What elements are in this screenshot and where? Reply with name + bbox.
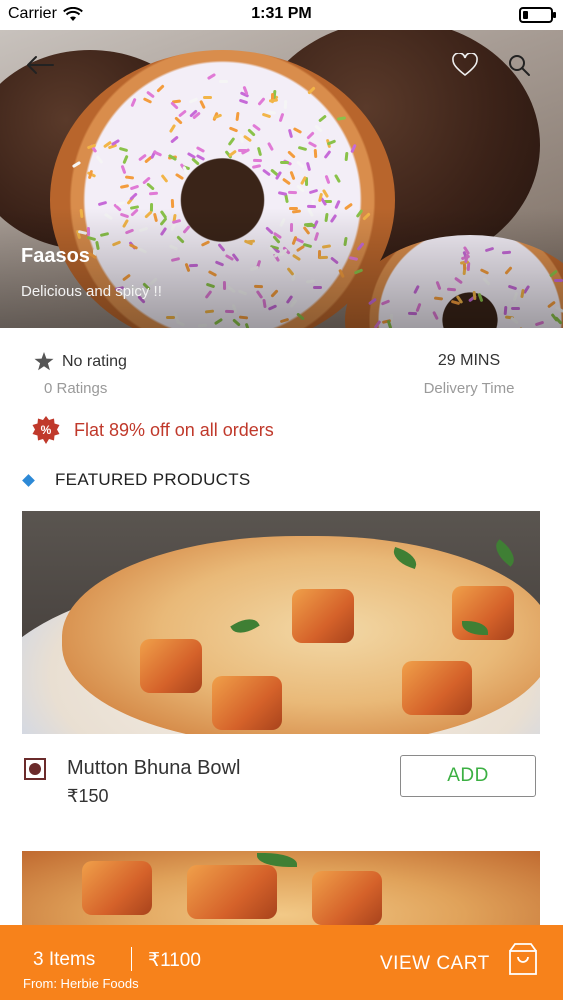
rating-row: No rating xyxy=(34,352,127,371)
search-icon xyxy=(509,55,530,76)
product-image-paneer xyxy=(212,676,282,730)
sprinkle xyxy=(202,95,212,99)
featured-section-header: FEATURED PRODUCTS xyxy=(22,470,251,490)
featured-heading: FEATURED PRODUCTS xyxy=(55,470,251,489)
cart-bar[interactable]: 3 Items ₹1100 From: Herbie Foods VIEW CA… xyxy=(0,925,563,1000)
battery-level xyxy=(523,11,528,19)
sprinkle xyxy=(253,158,263,162)
product-price: ₹150 xyxy=(67,786,109,806)
discount-badge-icon: % xyxy=(32,416,60,444)
offer-banner: % Flat 89% off on all orders xyxy=(32,416,274,444)
search-button[interactable] xyxy=(504,50,534,80)
rating-text: No rating xyxy=(62,352,127,370)
view-cart-button[interactable]: VIEW CART xyxy=(380,953,490,975)
restaurant-tagline: Delicious and spicy !! xyxy=(21,283,162,300)
restaurant-hero: Faasos Delicious and spicy !! xyxy=(0,30,563,328)
back-arrow-icon xyxy=(27,56,54,74)
heart-icon xyxy=(452,53,478,77)
battery-icon xyxy=(519,7,556,23)
cart-divider xyxy=(131,947,132,971)
product-image-paneer xyxy=(402,661,472,715)
delivery-time-label: Delivery Time xyxy=(423,380,515,397)
product-image-herb xyxy=(490,539,520,567)
sprinkle xyxy=(218,79,228,83)
hero-shade xyxy=(0,208,563,328)
product-image-paneer xyxy=(292,589,354,643)
diamond-bullet-icon xyxy=(22,473,35,487)
cart-total: ₹1100 xyxy=(148,950,201,971)
product-image[interactable] xyxy=(22,511,540,734)
cart-restaurant: From: Herbie Foods xyxy=(23,976,139,991)
restaurant-name: Faasos xyxy=(21,245,90,267)
non-veg-indicator-icon xyxy=(24,758,46,780)
cart-item-count: 3 Items xyxy=(33,949,96,970)
offer-text: Flat 89% off on all orders xyxy=(74,419,274,440)
status-time: 1:31 PM xyxy=(251,5,312,22)
product-name: Mutton Bhuna Bowl xyxy=(67,757,241,779)
star-icon xyxy=(34,352,54,371)
status-bar: Carrier 1:31 PM xyxy=(0,0,563,30)
add-to-cart-button[interactable]: ADD xyxy=(400,755,536,797)
product-image-paneer xyxy=(187,865,277,919)
product-image-2[interactable] xyxy=(22,851,540,931)
sprinkle xyxy=(288,190,298,195)
sprinkle xyxy=(279,161,289,165)
product-image-paneer xyxy=(312,871,382,925)
back-button[interactable] xyxy=(25,50,55,80)
product-image-paneer xyxy=(140,639,202,693)
discount-badge-label: % xyxy=(40,423,52,437)
shopping-bag-icon[interactable] xyxy=(508,942,538,976)
sprinkle xyxy=(235,111,240,121)
favorite-button[interactable] xyxy=(450,50,480,80)
delivery-time-value: 29 MINS xyxy=(437,352,501,369)
ratings-count: 0 Ratings xyxy=(44,380,108,397)
product-image-paneer xyxy=(82,861,152,915)
